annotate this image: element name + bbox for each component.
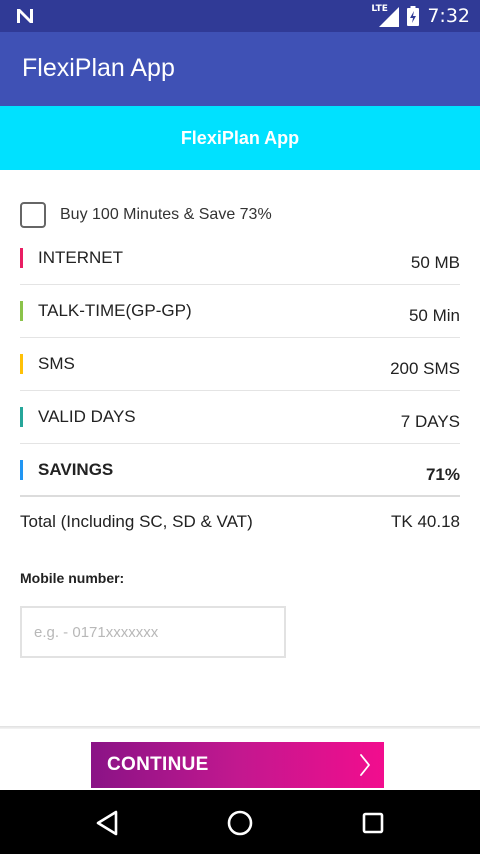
- plan-value: 71%: [425, 465, 460, 484]
- notification-n-icon: [17, 9, 33, 23]
- battery-icon: [407, 6, 420, 26]
- plan-value: 200 SMS: [390, 359, 460, 378]
- chevron-right-icon: [360, 754, 370, 776]
- accent-bar: [20, 301, 23, 321]
- plan-row-talk-time: TALK-TIME(GP-GP) 50 Min: [20, 285, 460, 338]
- status-time: 7:32: [427, 5, 470, 27]
- recent-apps-square-icon: [362, 812, 384, 834]
- plan-label: INTERNET: [38, 248, 123, 267]
- offer-checkbox[interactable]: [20, 202, 46, 228]
- plan-row-savings: SAVINGS 71%: [20, 444, 460, 497]
- plan-details-list: INTERNET 50 MB TALK-TIME(GP-GP) 50 Min S…: [20, 232, 460, 497]
- navigation-bar: [0, 790, 480, 854]
- network-indicator: LTE: [371, 4, 400, 27]
- home-circle-icon: [227, 810, 253, 836]
- plan-label: SMS: [38, 354, 75, 373]
- plan-label: TALK-TIME(GP-GP): [38, 301, 192, 320]
- total-label: Total (Including SC, SD & VAT): [20, 512, 253, 531]
- total-row: Total (Including SC, SD & VAT) TK 40.18: [20, 512, 460, 538]
- accent-bar: [20, 354, 23, 374]
- status-bar: LTE 7:32: [0, 0, 480, 32]
- continue-button[interactable]: CONTINUE: [91, 742, 384, 788]
- app-title: FlexiPlan App: [22, 54, 175, 82]
- total-value: TK 40.18: [391, 512, 460, 531]
- offer-checkbox-row[interactable]: Buy 100 Minutes & Save 73%: [20, 202, 272, 228]
- bottom-divider: [0, 726, 480, 729]
- plan-row-sms: SMS 200 SMS: [20, 338, 460, 391]
- offer-label: Buy 100 Minutes & Save 73%: [60, 206, 272, 223]
- plan-label: VALID DAYS: [38, 407, 136, 426]
- plan-value: 7 DAYS: [400, 412, 460, 431]
- nav-recent-apps-button[interactable]: [356, 806, 390, 840]
- mobile-number-input[interactable]: [20, 606, 286, 658]
- plan-value: 50 Min: [408, 306, 460, 325]
- plan-row-internet: INTERNET 50 MB: [20, 232, 460, 285]
- nav-back-button[interactable]: [90, 806, 124, 840]
- banner: FlexiPlan App: [0, 106, 480, 170]
- plan-label: SAVINGS: [38, 460, 114, 479]
- plan-row-valid-days: VALID DAYS 7 DAYS: [20, 391, 460, 444]
- signal-icon: [379, 7, 400, 27]
- status-icons: LTE 7:32: [371, 0, 470, 32]
- accent-bar: [20, 460, 23, 480]
- accent-bar: [20, 407, 23, 427]
- accent-bar: [20, 248, 23, 268]
- plan-value: 50 MB: [410, 253, 460, 272]
- continue-label: CONTINUE: [107, 754, 209, 775]
- nav-home-button[interactable]: [223, 806, 257, 840]
- app-bar: FlexiPlan App: [0, 32, 480, 106]
- banner-title: FlexiPlan App: [180, 127, 300, 148]
- mobile-number-label: Mobile number:: [20, 570, 125, 586]
- back-triangle-icon: [96, 810, 118, 836]
